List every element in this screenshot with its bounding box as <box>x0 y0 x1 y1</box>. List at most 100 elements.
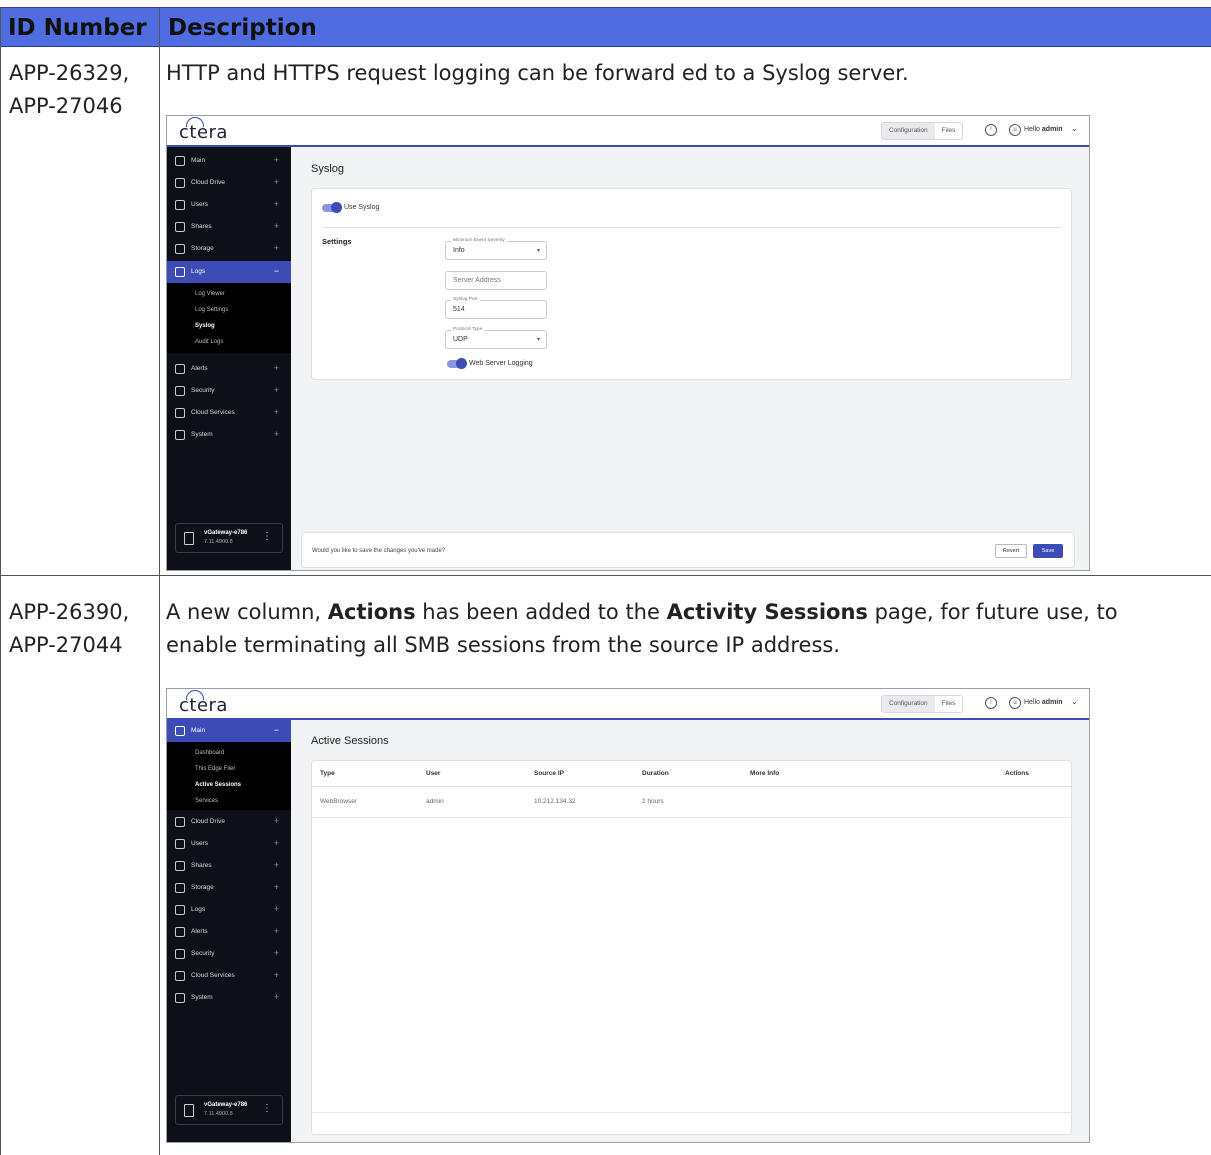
expand-icon: + <box>273 363 279 373</box>
notifications-icon[interactable]: ! <box>985 124 997 136</box>
expand-icon: + <box>273 992 279 1002</box>
sidebar-item-shares[interactable]: Shares + <box>167 855 291 877</box>
submenu-log-viewer[interactable]: Log Viewer <box>195 291 225 297</box>
revert-button[interactable]: Revert <box>995 544 1027 558</box>
shield-icon <box>175 949 185 959</box>
server-address-input[interactable]: Server Address <box>445 271 547 290</box>
submenu-audit-logs[interactable]: Audit Logs <box>195 339 223 345</box>
submenu-dashboard[interactable]: Dashboard <box>195 750 224 756</box>
row1-description: HTTP and HTTPS request logging can be fo… <box>166 61 909 85</box>
user-avatar-icon[interactable]: u <box>1009 697 1021 709</box>
field-legend: Syslog Port <box>451 297 480 302</box>
sidebar-item-label: Cloud Drive <box>191 179 225 186</box>
sidebar-item-users[interactable]: Users + <box>167 194 291 216</box>
field-value: 514 <box>453 306 465 313</box>
sidebar-item-cloud-drive[interactable]: Cloud Drive + <box>167 172 291 194</box>
expand-icon: + <box>273 926 279 936</box>
expand-icon: + <box>273 838 279 848</box>
syslog-port-input[interactable]: Syslog Port 514 <box>445 297 547 319</box>
min-severity-select[interactable]: Minimum Event Severity Info ▾ <box>445 238 547 260</box>
submenu-this-edge-filer[interactable]: This Edge Filer <box>195 766 235 772</box>
view-switcher[interactable]: Configuration Files <box>881 122 964 140</box>
sidebar-item-cloud-services[interactable]: Cloud Services + <box>167 965 291 987</box>
chevron-down-icon[interactable]: ⌄ <box>1071 697 1078 706</box>
sidebar-item-security[interactable]: Security + <box>167 943 291 965</box>
sidebar-item-label: Logs <box>191 906 206 913</box>
device-card[interactable]: vGateway-e786 7.11.4900.8 ⋮ <box>175 523 283 553</box>
sidebar-item-system[interactable]: System + <box>167 987 291 1009</box>
grid-icon <box>175 156 185 166</box>
expand-icon: + <box>273 429 279 439</box>
greeting-prefix: Hello <box>1024 699 1040 706</box>
sidebar-item-label: Storage <box>191 245 214 252</box>
sidebar-item-storage[interactable]: Storage + <box>167 877 291 899</box>
more-vertical-icon[interactable]: ⋮ <box>262 1103 272 1114</box>
submenu-services[interactable]: Services <box>195 798 218 804</box>
sidebar-item-label: System <box>191 431 213 438</box>
column-header-type[interactable]: Type <box>320 770 335 777</box>
sidebar-item-users[interactable]: Users + <box>167 833 291 855</box>
sidebar-item-main[interactable]: Main + <box>167 150 291 172</box>
sidebar-item-main[interactable]: Main − <box>167 720 291 742</box>
use-syslog-toggle[interactable] <box>322 202 342 213</box>
sidebar-item-logs[interactable]: Logs − <box>167 261 291 283</box>
submenu-active-sessions[interactable]: Active Sessions <box>195 782 241 788</box>
row2-description-line2: enable terminating all SMB sessions from… <box>166 633 841 657</box>
expand-icon: + <box>273 199 279 209</box>
view-switcher[interactable]: Configuration Files <box>881 695 964 713</box>
row-divider <box>312 817 1071 818</box>
tab-configuration[interactable]: Configuration <box>882 123 935 139</box>
column-header-source-ip[interactable]: Source IP <box>534 770 564 777</box>
device-card[interactable]: vGateway-e786 7.11.4900.8 ⋮ <box>175 1095 283 1125</box>
notifications-icon[interactable]: ! <box>985 697 997 709</box>
tab-configuration[interactable]: Configuration <box>882 696 935 712</box>
column-header-duration[interactable]: Duration <box>642 770 669 777</box>
greeting-username: admin <box>1041 699 1063 706</box>
user-greeting[interactable]: Hello admin <box>1024 699 1063 706</box>
expand-icon: + <box>273 816 279 826</box>
row2-id-line2: APP-27044 <box>9 633 123 657</box>
app-topbar: ctera Configuration Files ! u Hello admi… <box>167 689 1089 720</box>
row2-id-line1: APP-26390, <box>9 600 130 624</box>
syslog-screenshot: ctera Configuration Files ! u Hello admi… <box>166 115 1090 571</box>
column-header-actions[interactable]: Actions <box>1005 770 1029 777</box>
chevron-down-icon[interactable]: ⌄ <box>1071 124 1078 133</box>
sidebar-item-system[interactable]: System + <box>167 424 291 446</box>
sidebar-item-label: Alerts <box>191 928 208 935</box>
syslog-settings-card: Use Syslog Settings Minimum Event Severi… <box>311 188 1072 380</box>
submenu-log-settings[interactable]: Log Settings <box>195 307 228 313</box>
desc-text: has been added to the <box>415 600 667 624</box>
ctera-logo: ctera <box>179 695 228 716</box>
column-header-more-info[interactable]: More Info <box>750 770 779 777</box>
sidebar-item-cloud-drive[interactable]: Cloud Drive + <box>167 811 291 833</box>
desc-text: A new column, <box>166 600 328 624</box>
users-icon <box>175 839 185 849</box>
web-server-logging-toggle[interactable] <box>447 358 467 369</box>
web-server-logging-label: Web Server Logging <box>469 360 533 367</box>
sidebar-item-cloud-services[interactable]: Cloud Services + <box>167 402 291 424</box>
table-border-left <box>0 7 1 1155</box>
sidebar-item-alerts[interactable]: Alerts + <box>167 358 291 380</box>
bell-icon <box>175 364 185 374</box>
user-greeting[interactable]: Hello admin <box>1024 126 1063 133</box>
submenu-syslog[interactable]: Syslog <box>195 323 215 329</box>
sidebar-item-security[interactable]: Security + <box>167 380 291 402</box>
protocol-type-select[interactable]: Protocol Type UDP ▾ <box>445 327 547 349</box>
expand-icon: + <box>273 177 279 187</box>
column-header-user[interactable]: User <box>426 770 440 777</box>
sidebar-item-label: Cloud Services <box>191 972 235 979</box>
field-placeholder: Server Address <box>453 277 501 284</box>
user-avatar-icon[interactable]: u <box>1009 124 1021 136</box>
sidebar-item-logs[interactable]: Logs + <box>167 899 291 921</box>
shield-icon <box>175 386 185 396</box>
sidebar-item-alerts[interactable]: Alerts + <box>167 921 291 943</box>
sidebar-item-storage[interactable]: Storage + <box>167 238 291 260</box>
tab-files[interactable]: Files <box>935 696 963 712</box>
tab-files[interactable]: Files <box>935 123 963 139</box>
sidebar-item-shares[interactable]: Shares + <box>167 216 291 238</box>
cell-source-ip: 10.212.134.32 <box>534 798 576 805</box>
bell-icon <box>175 927 185 937</box>
device-version: 7.11.4900.8 <box>204 1111 233 1117</box>
save-button[interactable]: Save <box>1033 544 1063 558</box>
more-vertical-icon[interactable]: ⋮ <box>262 531 272 542</box>
